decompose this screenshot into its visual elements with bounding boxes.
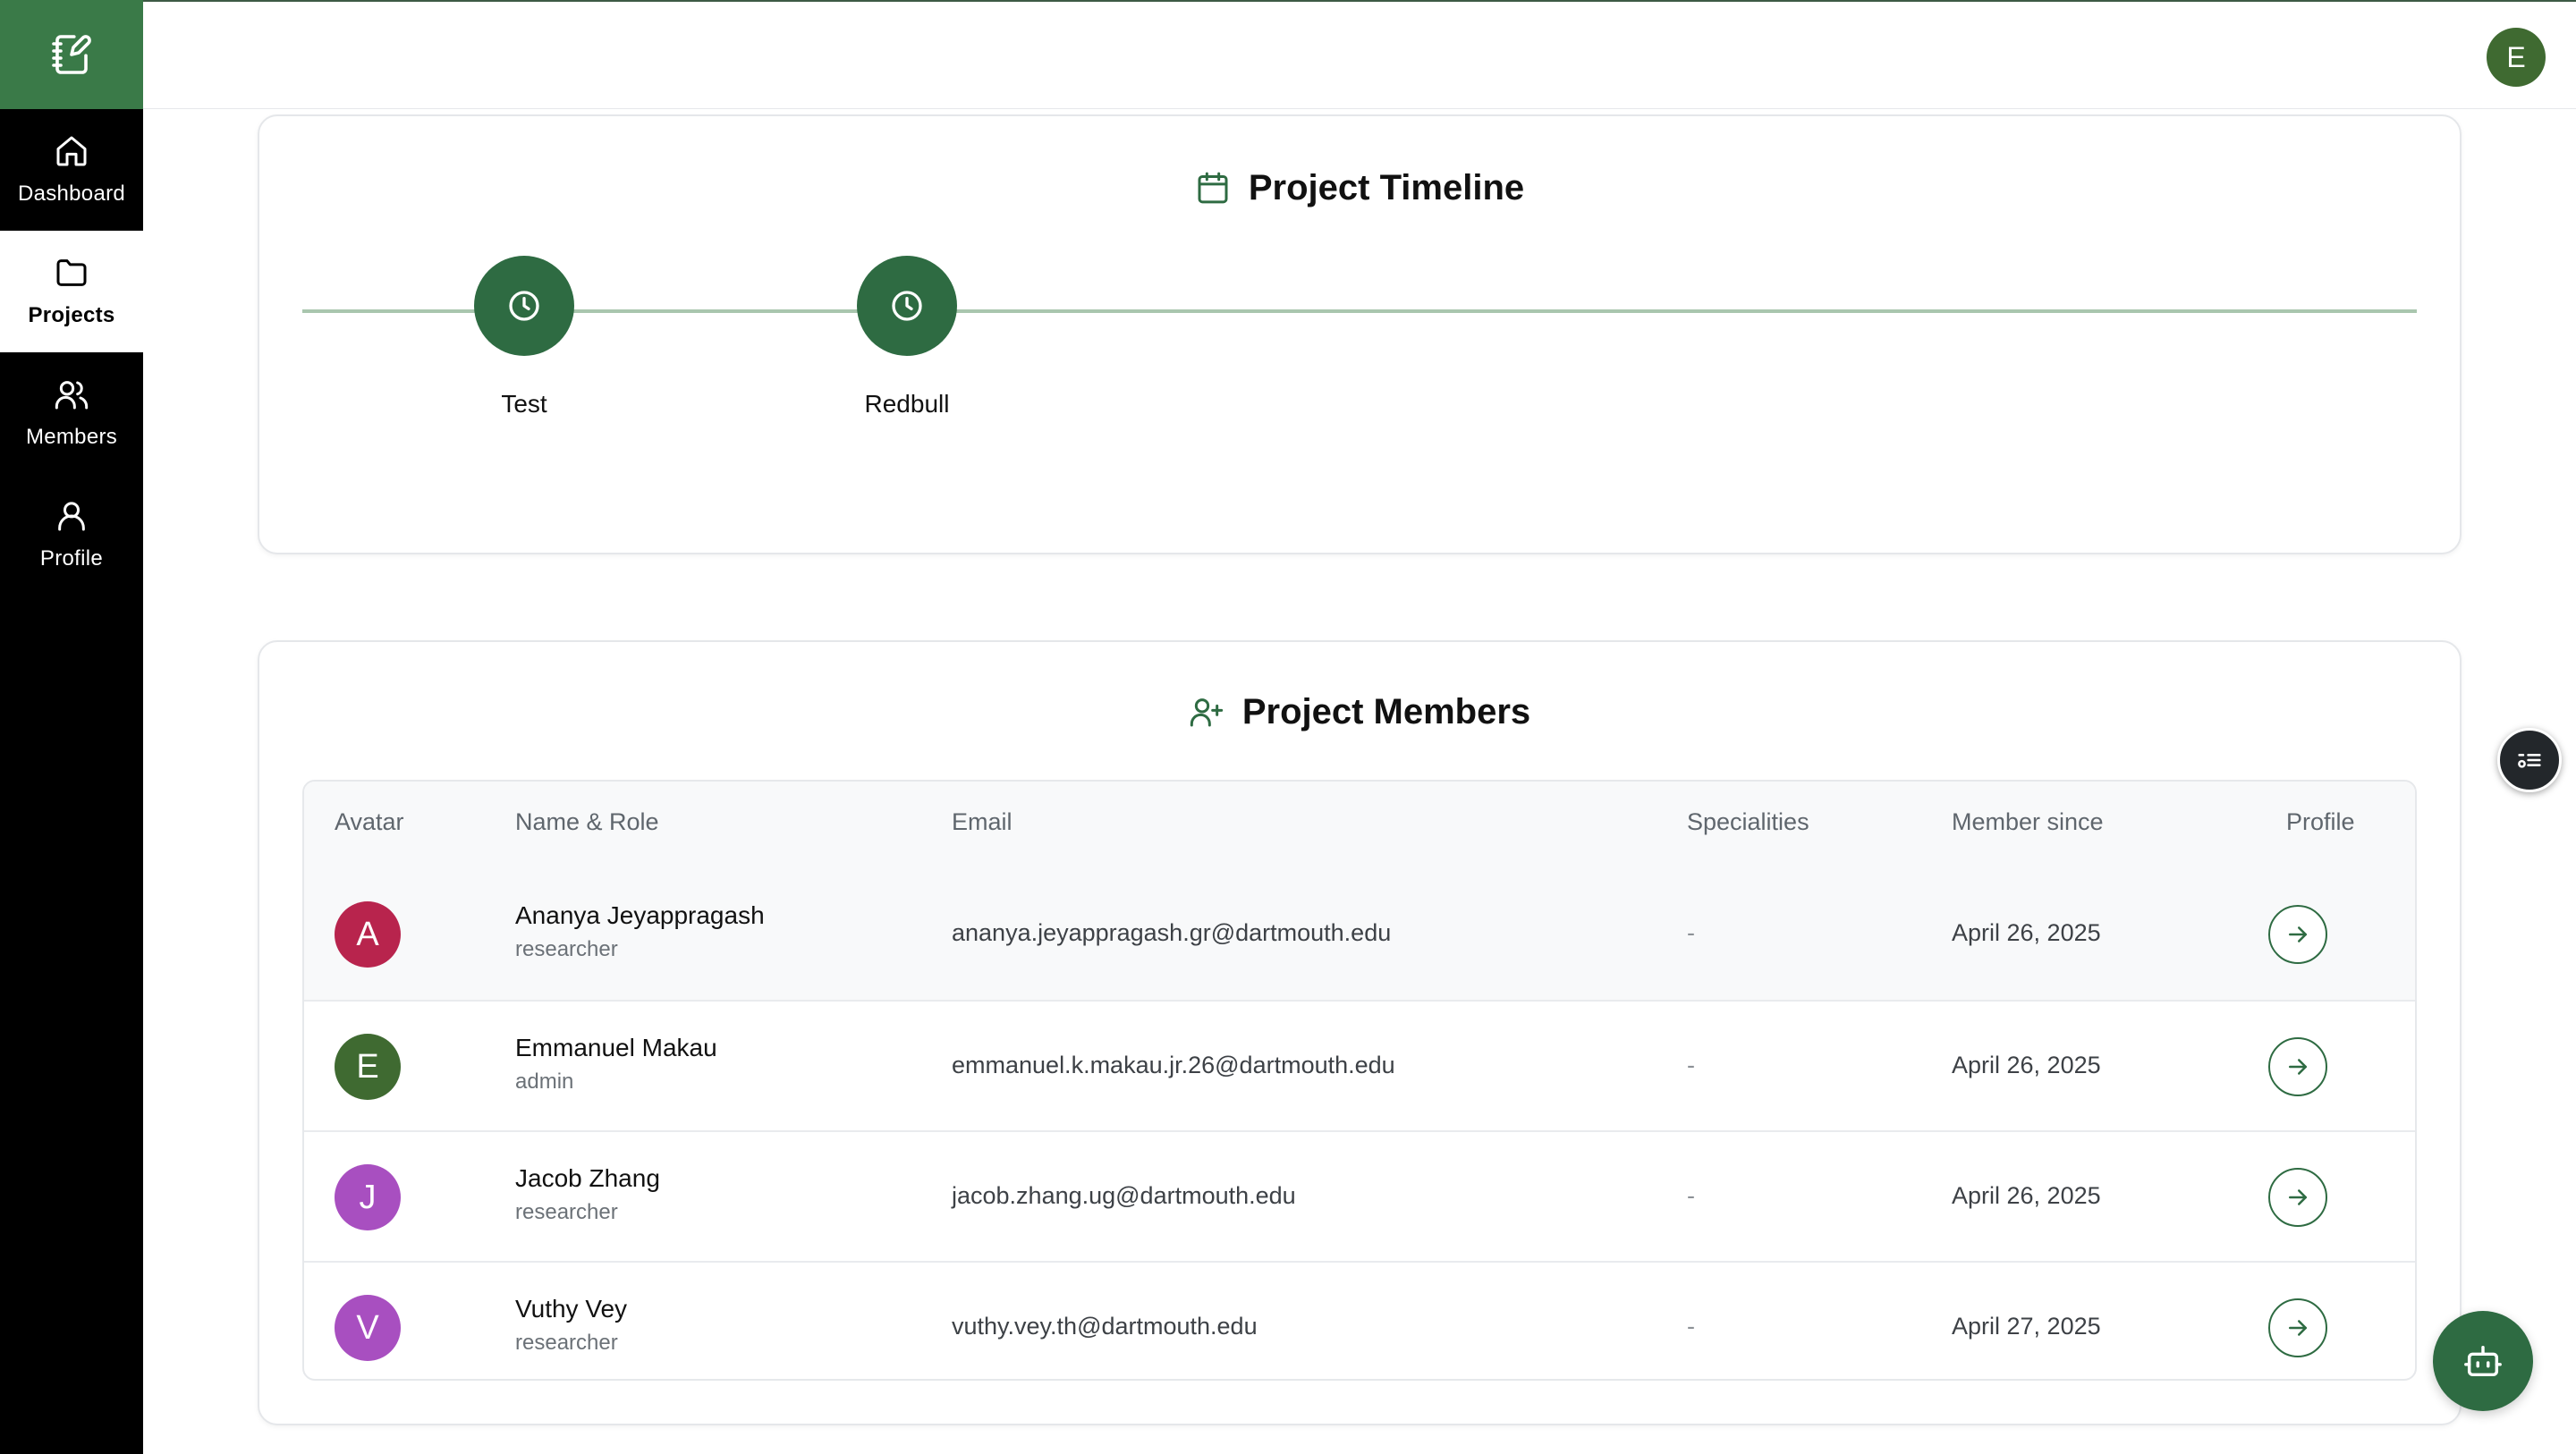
member-email: vuthy.vey.th@dartmouth.edu <box>952 1313 1258 1340</box>
project-timeline-card: Project Timeline Test Redbull <box>258 114 2462 554</box>
sidebar-item-label: Members <box>25 425 118 449</box>
avatar: E <box>335 1034 401 1100</box>
member-role: researcher <box>515 1331 618 1355</box>
table-row: E Emmanuel Makau admin emmanuel.k.makau.… <box>304 1000 2415 1130</box>
arrow-right-icon <box>2289 1059 2307 1075</box>
member-email: ananya.jeyappragash.gr@dartmouth.edu <box>952 919 1392 946</box>
table-row: A Ananya Jeyappragash researcher ananya.… <box>304 869 2415 1000</box>
view-profile-button[interactable] <box>2268 1298 2327 1357</box>
member-name: Ananya Jeyappragash <box>515 901 765 929</box>
member-since: April 26, 2025 <box>1952 919 2101 946</box>
table-row: V Vuthy Vey researcher vuthy.vey.th@dart… <box>304 1261 2415 1379</box>
calendar-icon <box>1198 172 1228 204</box>
assistant-bot-button[interactable] <box>2433 1311 2533 1411</box>
timeline-header: Project Timeline <box>259 163 2460 213</box>
arrow-right-icon <box>2289 1320 2307 1336</box>
column-header-email[interactable]: Email <box>952 808 1013 836</box>
timeline-node-redbull[interactable] <box>857 256 957 356</box>
folder-icon <box>56 259 87 286</box>
member-since: April 26, 2025 <box>1952 1052 2101 1078</box>
home-icon <box>56 136 87 166</box>
column-header-name-role[interactable]: Name & Role <box>515 808 659 836</box>
sidebar-item-dashboard[interactable]: Dashboard <box>0 109 143 231</box>
column-header-specialities[interactable]: Specialities <box>1687 808 1809 836</box>
timeline-track <box>302 309 2417 313</box>
member-role: researcher <box>515 1200 618 1224</box>
sidebar-item-label: Dashboard <box>17 182 126 206</box>
timeline-node-label: Test <box>501 390 547 418</box>
list-toggle-icon <box>2518 754 2541 768</box>
arrow-right-icon <box>2289 926 2307 943</box>
avatar: V <box>335 1295 401 1361</box>
clock-icon <box>509 291 539 321</box>
timeline-title: Project Timeline <box>1248 167 1525 207</box>
app-logo[interactable] <box>0 0 143 109</box>
sidebar-item-profile[interactable]: Profile <box>0 474 143 596</box>
arrow-right-icon <box>2289 1189 2307 1205</box>
users-icon <box>55 381 89 410</box>
member-name: Vuthy Vey <box>515 1295 628 1323</box>
timeline-node-label: Redbull <box>864 390 950 418</box>
member-email: emmanuel.k.makau.jr.26@dartmouth.edu <box>952 1052 1395 1078</box>
user-icon <box>58 502 85 531</box>
member-since: April 27, 2025 <box>1952 1313 2101 1340</box>
view-profile-button[interactable] <box>2268 905 2327 964</box>
members-header: Project Members <box>259 687 2460 737</box>
members-title: Project Members <box>1241 691 1531 731</box>
avatar: J <box>335 1164 401 1230</box>
member-role: admin <box>515 1069 574 1094</box>
user-avatar[interactable]: E <box>2487 28 2546 87</box>
avatar: A <box>335 901 401 968</box>
member-specialities: - <box>1687 919 1695 946</box>
sidebar-item-label: Projects <box>28 303 115 327</box>
user-plus-icon <box>1190 698 1223 727</box>
member-specialities: - <box>1687 1313 1695 1340</box>
members-table: Avatar Name & Role Email Specialities Me… <box>302 780 2417 1381</box>
table-row: J Jacob Zhang researcher jacob.zhang.ug@… <box>304 1130 2415 1261</box>
sidebar-item-projects[interactable]: Projects <box>0 231 143 352</box>
table-header: Avatar Name & Role Email Specialities Me… <box>304 782 2415 869</box>
member-specialities: - <box>1687 1052 1695 1078</box>
column-header-avatar: Avatar <box>335 808 404 835</box>
member-specialities: - <box>1687 1182 1695 1209</box>
project-members-card: Project Members Avatar Name & Role Email… <box>258 640 2462 1425</box>
sidebar-item-label: Profile <box>39 546 104 571</box>
clock-icon <box>892 291 922 321</box>
member-since: April 26, 2025 <box>1952 1182 2101 1209</box>
sidebar-item-members[interactable]: Members <box>0 352 143 474</box>
timeline-node-test[interactable] <box>474 256 574 356</box>
column-header-member-since[interactable]: Member since <box>1952 808 2104 836</box>
side-panel-toggle-button[interactable] <box>2497 728 2562 792</box>
sidebar: Dashboard Projects Members Profile <box>0 0 143 1454</box>
column-header-profile: Profile <box>2286 808 2355 835</box>
bot-icon <box>2464 1345 2502 1377</box>
member-email: jacob.zhang.ug@dartmouth.edu <box>952 1182 1296 1209</box>
notebook-pen-icon <box>52 35 91 74</box>
member-name: Jacob Zhang <box>515 1164 660 1192</box>
member-role: researcher <box>515 937 618 961</box>
view-profile-button[interactable] <box>2268 1168 2327 1227</box>
view-profile-button[interactable] <box>2268 1037 2327 1096</box>
member-name: Emmanuel Makau <box>515 1034 717 1061</box>
top-bar: E <box>143 0 2576 109</box>
